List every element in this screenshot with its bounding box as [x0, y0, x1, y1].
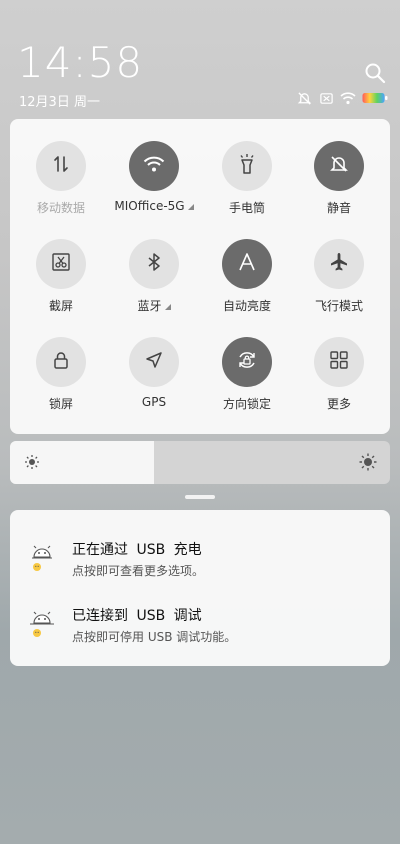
tile-label: 自动亮度: [222, 299, 271, 313]
submenu-arrow-icon[interactable]: [187, 204, 194, 210]
notification-subtitle: 点按即可查看更多选项。: [72, 564, 205, 578]
flashlight-icon: [237, 153, 257, 179]
android-system-icon: [26, 609, 58, 641]
notification-usb-charging[interactable]: 正在通过 USB 充电 点按即可查看更多选项。: [10, 537, 390, 597]
tile-label: MIOffice-5G: [114, 199, 185, 213]
lock-icon: [51, 350, 71, 374]
tile-label: 更多: [326, 397, 351, 411]
no-sim-icon: [318, 90, 334, 106]
system-status-icons: [296, 89, 388, 107]
tile-gps[interactable]: GPS: [109, 337, 199, 427]
tile-auto-brightness[interactable]: 自动亮度: [202, 239, 292, 329]
tile-lock-screen[interactable]: 锁屏: [16, 337, 106, 427]
navigation-arrow-icon: [144, 350, 164, 374]
notification-title: 已连接到 USB 调试: [72, 608, 202, 624]
airplane-icon: [329, 252, 349, 276]
notification-subtitle: 点按即可停用 USB 调试功能。: [72, 630, 237, 644]
tile-label: 移动数据: [36, 201, 85, 215]
rotation-lock-toggle[interactable]: [222, 337, 272, 387]
lock-screen-toggle[interactable]: [36, 337, 86, 387]
mute-icon: [329, 154, 349, 178]
quick-settings-panel: 移动数据 MIOffice-5G 手电筒 静音 截屏 蓝牙 自动亮度 飞行模式 …: [10, 119, 390, 434]
tile-rotation-lock[interactable]: 方向锁定: [202, 337, 292, 427]
mobile-data-icon: [51, 154, 71, 178]
gps-toggle[interactable]: [129, 337, 179, 387]
submenu-arrow-icon[interactable]: [164, 304, 171, 310]
mobile-data-toggle[interactable]: [36, 141, 86, 191]
tile-wifi[interactable]: MIOffice-5G: [109, 141, 199, 231]
date[interactable]: 12月3日 周一: [19, 91, 100, 110]
tile-label: 飞行模式: [314, 299, 363, 313]
tile-bluetooth[interactable]: 蓝牙: [109, 239, 199, 329]
clock[interactable]: 14:58: [17, 38, 143, 87]
tile-label: 锁屏: [48, 397, 73, 411]
wifi-icon: [340, 90, 356, 106]
brightness-high-icon: [359, 453, 377, 475]
auto-brightness-toggle[interactable]: [222, 239, 272, 289]
search-icon[interactable]: [364, 62, 386, 84]
brightness-low-icon: [24, 454, 40, 474]
bluetooth-icon: [146, 252, 162, 276]
notification-usb-debugging[interactable]: 已连接到 USB 调试 点按即可停用 USB 调试功能。: [10, 603, 390, 663]
airplane-mode-toggle[interactable]: [314, 239, 364, 289]
tile-label: 蓝牙: [137, 299, 162, 313]
rotation-lock-icon: [236, 349, 258, 375]
tile-more[interactable]: 更多: [294, 337, 384, 427]
more-toggle[interactable]: [314, 337, 364, 387]
notification-title: 正在通过 USB 充电: [72, 542, 202, 558]
wifi-icon: [143, 155, 165, 177]
scissors-icon: [51, 252, 71, 276]
mute-icon: [296, 90, 312, 106]
flashlight-toggle[interactable]: [222, 141, 272, 191]
tile-mobile-data[interactable]: 移动数据: [16, 141, 106, 231]
tile-label: 静音: [326, 201, 351, 215]
tile-airplane-mode[interactable]: 飞行模式: [294, 239, 384, 329]
wifi-toggle[interactable]: [129, 141, 179, 191]
mute-toggle[interactable]: [314, 141, 364, 191]
auto-brightness-icon: [237, 252, 257, 276]
tile-label: 手电筒: [228, 201, 265, 215]
screenshot-toggle[interactable]: [36, 239, 86, 289]
tile-flashlight[interactable]: 手电筒: [202, 141, 292, 231]
tile-label: 方向锁定: [222, 397, 271, 411]
tile-label: GPS: [141, 395, 167, 409]
brightness-slider[interactable]: [10, 441, 390, 484]
drag-handle[interactable]: [185, 495, 215, 499]
notification-card: 正在通过 USB 充电 点按即可查看更多选项。 已连接到 USB 调试 点按即可…: [10, 510, 390, 666]
battery-icon: [362, 90, 388, 106]
tile-label: 截屏: [48, 299, 73, 313]
tile-screenshot[interactable]: 截屏: [16, 239, 106, 329]
tile-mute[interactable]: 静音: [294, 141, 384, 231]
grid-icon: [330, 351, 348, 373]
bluetooth-toggle[interactable]: [129, 239, 179, 289]
android-system-icon: [26, 543, 58, 575]
status-header: 14:58 12月3日 周一: [0, 0, 400, 115]
